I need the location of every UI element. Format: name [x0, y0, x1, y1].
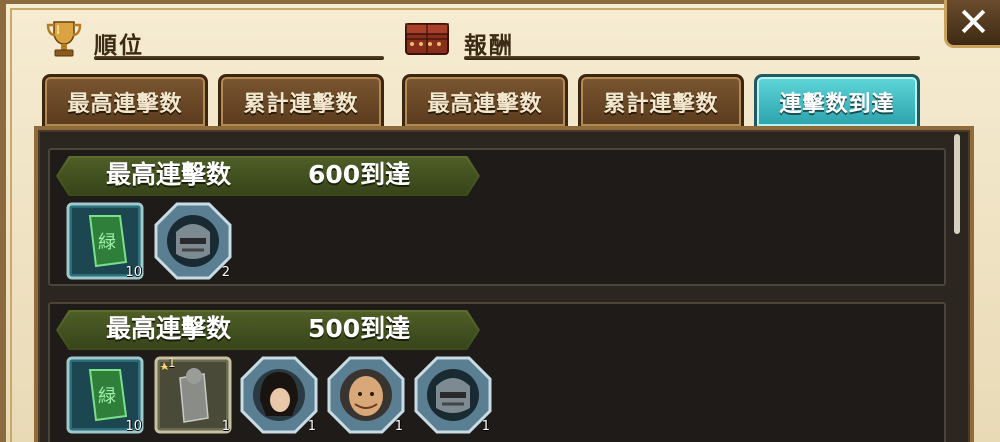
ranking-header: 順位: [40, 18, 388, 62]
tab-ranking-max-combo[interactable]: 最高連擊数: [42, 74, 208, 126]
reward-item[interactable]: 1: [414, 356, 492, 434]
item-rank: 1: [168, 356, 176, 370]
reward-count: 1: [307, 419, 316, 434]
scrollbar[interactable]: [954, 134, 960, 234]
dark-haired-character-icon: [240, 356, 318, 434]
tab-reward-combo-reached[interactable]: 連擊数到達: [754, 74, 920, 126]
reward-count: 1: [481, 419, 490, 434]
reward-item[interactable]: 緑 10: [66, 356, 144, 434]
milestone-label: 最高連擊数: [106, 314, 232, 343]
reward-item[interactable]: 2: [154, 202, 232, 280]
milestone-value: 600到達: [308, 160, 411, 189]
reward-item[interactable]: 緑 10: [66, 202, 144, 280]
svg-text:緑: 緑: [98, 386, 116, 407]
reward-underline: [464, 56, 920, 60]
tab-reward-total-combo[interactable]: 累計連擊数: [578, 74, 744, 126]
reward-list-panel[interactable]: 最高連擊数 600到達 緑 10 2 最高連擊数 500到達 緑 10 1 1 …: [34, 126, 974, 442]
masked-character-icon: [414, 356, 492, 434]
reward-card: 最高連擊数 600到達 緑 10 2: [48, 148, 946, 286]
milestone-label: 最高連擊数: [106, 160, 232, 189]
tab-reward-max-combo[interactable]: 最高連擊数: [402, 74, 568, 126]
reward-count: 10: [125, 265, 142, 280]
tab-ranking-total-combo[interactable]: 累計連擊数: [218, 74, 384, 126]
reward-count: 10: [125, 419, 142, 434]
reward-count: 1: [394, 419, 403, 434]
reward-count: 2: [221, 265, 230, 280]
reward-item[interactable]: 1: [327, 356, 405, 434]
ranking-underline: [94, 56, 384, 60]
trophy-icon: [44, 18, 84, 58]
treasure-chest-icon: [404, 18, 450, 58]
reward-item[interactable]: 1 1: [154, 356, 232, 434]
stone-statue-item-icon: [154, 356, 232, 434]
reward-item[interactable]: 1: [240, 356, 318, 434]
svg-text:緑: 緑: [98, 232, 116, 253]
reward-card: 最高連擊数 500到達 緑 10 1 1 1 1 1: [48, 302, 946, 442]
close-icon: ✕: [956, 0, 991, 46]
bald-character-icon: [327, 356, 405, 434]
reward-title: 報酬: [464, 33, 514, 59]
ranking-title: 順位: [94, 33, 144, 59]
masked-character-icon: [154, 202, 232, 280]
milestone-value: 500到達: [308, 314, 411, 343]
close-button[interactable]: ✕: [944, 0, 1000, 48]
reward-count: 1: [221, 419, 230, 434]
reward-header: 報酬: [402, 18, 922, 62]
